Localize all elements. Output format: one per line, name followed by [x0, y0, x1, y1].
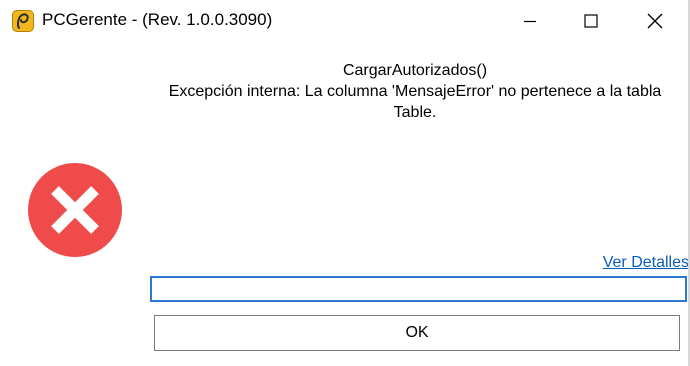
- window-title: PCGerente - (Rev. 1.0.0.3090): [42, 10, 273, 29]
- ok-button[interactable]: OK: [154, 315, 680, 351]
- message-line-2: Excepción interna: La columna 'MensajeEr…: [168, 83, 662, 100]
- error-message: CargarAutorizados() Excepción interna: L…: [140, 60, 690, 123]
- error-dialog-window: PCGerente - (Rev. 1.0.0.3090) CargarAuto…: [0, 0, 690, 366]
- title-bar[interactable]: PCGerente - (Rev. 1.0.0.3090): [0, 0, 690, 42]
- message-line-3: Table.: [393, 104, 437, 121]
- ok-button-label: OK: [405, 324, 429, 341]
- message-line-1: CargarAutorizados(): [342, 62, 488, 79]
- maximize-icon: [584, 14, 598, 28]
- maximize-button[interactable]: [568, 0, 614, 42]
- error-icon: [27, 162, 123, 258]
- ver-detalles-link[interactable]: Ver Detalles: [603, 254, 689, 272]
- close-icon: [647, 13, 663, 29]
- close-button[interactable]: [632, 0, 678, 42]
- minimize-icon: [524, 20, 536, 23]
- minimize-button[interactable]: [507, 0, 553, 42]
- details-field[interactable]: [150, 276, 687, 302]
- app-logo-icon: [12, 10, 34, 32]
